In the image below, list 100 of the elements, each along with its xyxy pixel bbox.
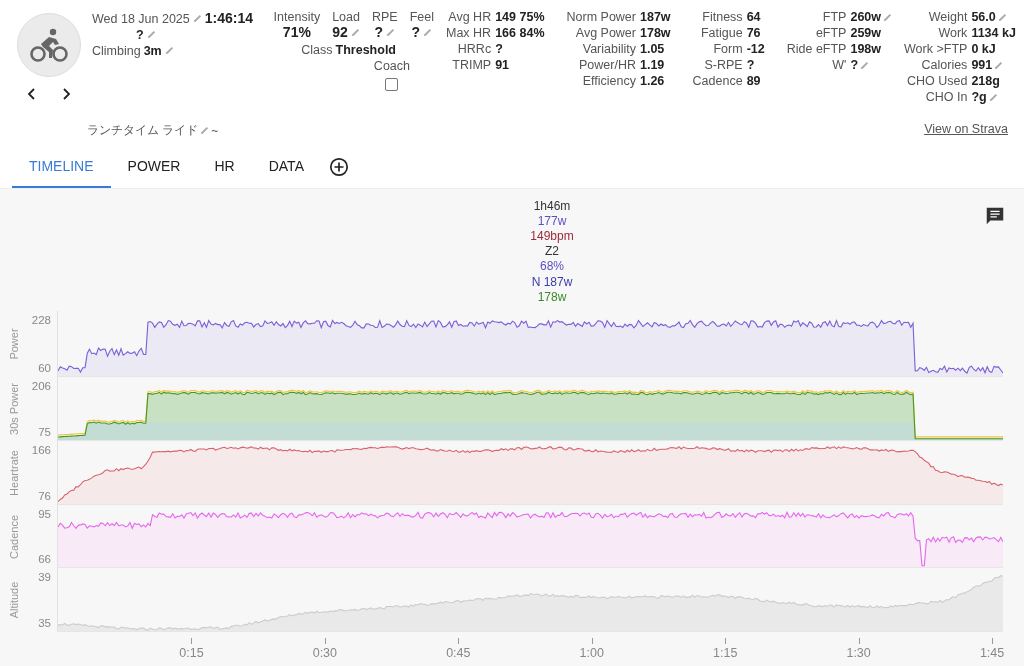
stat-value: 1134 kJ (971, 26, 1016, 40)
panel-name: Power (8, 328, 20, 360)
stat-label: eFTP (814, 26, 847, 40)
stat-value: 56.0 (971, 10, 996, 24)
tab[interactable]: DATA (251, 146, 321, 188)
effort-value: ? (374, 24, 384, 40)
effort-value: 92 (332, 24, 348, 40)
stat-label: W' (831, 58, 847, 72)
y-tick: 75 (38, 426, 51, 438)
pencil-icon[interactable] (860, 60, 870, 70)
stat-value: -12 (746, 42, 765, 56)
stat-value: ? (746, 58, 755, 72)
stat-value: 991 (971, 58, 993, 72)
class-value: Threshold (335, 43, 396, 57)
summary-value: 177w (537, 213, 567, 229)
tab[interactable]: POWER (110, 146, 198, 188)
stat-label: Form (712, 42, 743, 56)
stat-value: 91 (495, 58, 510, 72)
class-label: Class (301, 43, 333, 57)
y-tick: 66 (38, 553, 51, 565)
stat-label: Work (937, 26, 968, 40)
stat-value: 218g (971, 74, 1000, 88)
panel-name: Heartrate (8, 450, 20, 496)
stat-label: Fitness (701, 10, 743, 24)
time-of-day: ? (136, 28, 144, 42)
y-tick: 60 (38, 362, 51, 374)
pencil-icon[interactable] (883, 12, 893, 22)
cyclist-icon (29, 27, 69, 63)
pencil-icon[interactable] (192, 14, 202, 23)
effort-value: 71% (282, 24, 311, 40)
stat-label: FTP (821, 10, 847, 24)
panel-name: Cadence (8, 514, 20, 559)
summary-value: Z2 (545, 244, 559, 260)
y-tick: 95 (38, 508, 51, 520)
stat-value: 64 (746, 10, 761, 24)
effort-label: Load (332, 10, 360, 24)
stat-value: 187w (640, 10, 671, 24)
panel-name: 30s Power (8, 383, 20, 435)
x-tick: 1:30 (846, 646, 871, 660)
stat-label: Weight (927, 10, 968, 24)
summary-value: 178w (537, 289, 567, 305)
stat-label: CHO In (924, 90, 968, 104)
pencil-icon[interactable] (200, 126, 210, 135)
y-tick: 35 (38, 617, 51, 629)
stat-value: ?g (971, 90, 987, 104)
stat-label: Avg Power (574, 26, 636, 40)
summary-value: 68% (540, 259, 564, 275)
stat-value: 76 (746, 26, 761, 40)
stat-value: 259w (850, 26, 882, 40)
title-suffix: ~ (211, 123, 219, 138)
stat-label: Norm Power (566, 10, 636, 24)
x-tick: 1:00 (579, 646, 604, 660)
climbing-label: Climbing (92, 44, 141, 58)
x-tick: 1:15 (713, 646, 738, 660)
coach-label: Coach (373, 59, 410, 73)
add-tab-button[interactable] (328, 157, 349, 177)
activity-duration: 1:46:14 (204, 10, 254, 26)
activity-date: Wed 18 Jun 2025 (92, 12, 190, 26)
coach-checkbox[interactable] (385, 78, 399, 91)
summary-value: 1h46m (533, 198, 571, 214)
climbing-value: 3m (143, 44, 162, 58)
stat-label: Work >FTP (904, 42, 968, 56)
x-tick: 1:45 (979, 646, 1005, 660)
pencil-icon[interactable] (994, 60, 1004, 70)
pencil-icon[interactable] (988, 92, 998, 102)
stat-value: 1.05 (640, 42, 665, 56)
stat-label: Max HR (446, 26, 492, 40)
stat-label: Ride eFTP (786, 42, 847, 56)
panel-name: Altitude (8, 581, 20, 619)
effort-label: RPE (371, 10, 398, 24)
pencil-icon[interactable] (386, 28, 396, 37)
stat-label: CHO Used (905, 74, 968, 88)
stat-label: Fatigue (699, 26, 743, 40)
view-on-strava-link[interactable]: View on Strava (924, 122, 1008, 136)
y-tick: 206 (31, 380, 51, 392)
activity-title: ランチタイム ライド (87, 122, 199, 139)
stat-value: 198w (850, 42, 882, 56)
pencil-icon[interactable] (997, 12, 1007, 22)
stat-label: Variability (581, 42, 636, 56)
y-tick: 76 (38, 490, 51, 502)
effort-value: ? (411, 24, 421, 40)
x-tick: 0:45 (446, 646, 471, 660)
effort-label: Intensity (273, 10, 321, 24)
pencil-icon[interactable] (350, 28, 360, 37)
stat-label: Cadence (692, 74, 743, 88)
x-tick: 0:15 (179, 646, 204, 660)
pencil-icon[interactable] (423, 28, 433, 37)
tab[interactable]: HR (197, 146, 252, 188)
stat-label: Power/HR (578, 58, 636, 72)
stat-value: 178w (640, 26, 671, 40)
y-tick: 39 (38, 571, 51, 583)
stat-value: 0 kJ (971, 42, 996, 56)
y-tick: 228 (31, 314, 51, 326)
stat-label: S-RPE (703, 58, 743, 72)
stat-value: 89 (746, 74, 761, 88)
summary-value: N 187w (531, 274, 573, 290)
effort-label: Feel (409, 10, 434, 24)
stat-value: ? (850, 58, 859, 72)
x-tick: 0:30 (312, 646, 338, 660)
stat-value: ? (495, 42, 503, 56)
